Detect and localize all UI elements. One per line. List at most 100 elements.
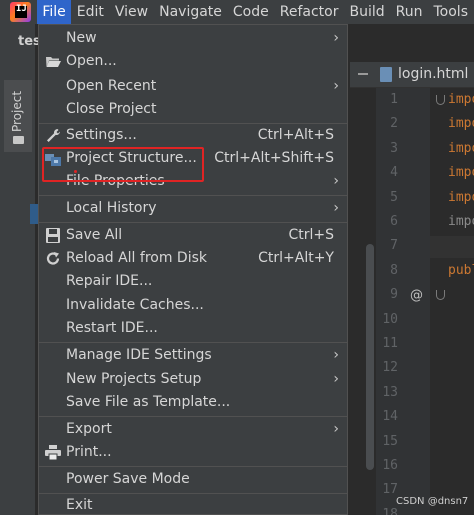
chevron-right-icon: › [333,30,339,46]
menu-item-exit[interactable]: Exit [39,494,347,515]
menu-separator [39,466,347,467]
chevron-right-icon: › [333,421,339,437]
project-tool-label: Project [10,90,24,132]
menu-item-new-projects-setup[interactable]: New Projects Setup › [39,368,347,391]
code-line[interactable]: impo [448,141,474,161]
menu-item-settings[interactable]: Settings... Ctrl+Alt+S [39,124,347,147]
project-tool-tab[interactable]: Project [4,80,32,152]
wrench-icon [47,129,60,142]
menu-tools[interactable]: Tools [429,0,474,24]
line-number: 5 [390,190,398,205]
menu-item-label: File Properties [66,173,165,189]
line-number: 11 [382,336,398,351]
folder-open-icon [46,57,61,67]
menu-item-shortcut: Ctrl+Alt+S [257,127,334,143]
menu-separator [39,416,347,417]
save-icon [46,228,60,243]
chevron-right-icon: › [333,371,339,387]
menu-item-open-recent[interactable]: Open Recent › [39,75,347,98]
menu-item-invalidate-caches[interactable]: Invalidate Caches... [39,294,347,317]
menu-build[interactable]: Build [344,0,389,24]
menu-item-label: Open... [66,53,117,69]
chevron-right-icon: › [333,200,339,216]
menu-separator [39,222,347,223]
code-line[interactable]: impo [448,116,474,136]
code-line[interactable]: impo [448,190,474,210]
menu-code[interactable]: Code [228,0,274,24]
chevron-right-icon: › [333,78,339,94]
menu-item-close-project[interactable]: Close Project [39,98,347,121]
override-annotation-icon[interactable]: @ [410,288,423,303]
menu-item-print[interactable]: Print... [39,441,347,464]
code-line[interactable]: publ [448,263,474,283]
menu-item-label: Invalidate Caches... [66,297,204,313]
line-number: 4 [390,165,398,180]
menu-item-manage-ide-settings[interactable]: Manage IDE Settings › [39,344,347,367]
menu-item-label: Save File as Template... [66,394,231,410]
menu-item-label: Restart IDE... [66,320,158,336]
line-number: 12 [382,360,398,375]
line-number: 2 [390,116,398,131]
menu-edit[interactable]: Edit [72,0,109,24]
line-number: 14 [382,409,398,424]
menu-item-label: Reload All from Disk [66,250,207,266]
menu-item-reload-all[interactable]: Reload All from Disk Ctrl+Alt+Y [39,247,347,270]
menu-item-label: Export [66,421,112,437]
printer-icon [45,445,61,460]
menu-item-label: Power Save Mode [66,471,190,487]
line-number: 10 [382,312,398,327]
menu-item-label: Settings... [66,127,137,143]
menu-item-shortcut: Ctrl+S [288,227,334,243]
line-number: 15 [382,434,398,449]
menu-item-label: Exit [66,497,93,513]
menu-item-label: Repair IDE... [66,273,153,289]
collapse-icon[interactable] [358,73,368,75]
menu-item-label: Project Structure... [66,150,197,166]
code-line[interactable]: impo [448,214,474,234]
line-number: 9 [390,287,398,302]
menu-view[interactable]: View [110,0,153,24]
editor-scrollbar[interactable] [366,244,374,470]
menu-run[interactable]: Run [391,0,428,24]
code-line[interactable]: impo [448,165,474,185]
menu-item-label: Save All [66,227,123,243]
menu-item-export[interactable]: Export › [39,418,347,441]
menu-separator [39,195,347,196]
menu-navigate[interactable]: Navigate [154,0,227,24]
menu-item-restart-ide[interactable]: Restart IDE... [39,317,347,340]
menubar: IJ File Edit View Navigate Code Refactor… [0,0,474,24]
project-structure-icon [45,154,61,166]
menu-item-label: Close Project [66,101,157,117]
fold-marker-icon[interactable] [436,290,445,300]
menu-item-repair-ide[interactable]: Repair IDE... [39,270,347,293]
watermark: CSDN @dnsn7 [396,496,469,507]
chevron-right-icon: › [333,347,339,363]
folder-icon [13,136,24,144]
red-cursor-dot [74,170,77,173]
menu-item-label: Print... [66,444,112,460]
line-number: 17 [382,482,398,497]
menu-item-local-history[interactable]: Local History › [39,197,347,220]
menu-item-open[interactable]: Open... [39,50,347,73]
menu-item-label: Manage IDE Settings [66,347,212,363]
line-number: 8 [390,263,398,278]
tab-login-html[interactable]: login.html [398,66,468,82]
line-number: 18 [382,507,398,515]
line-number: 6 [390,214,398,229]
line-number: 16 [382,458,398,473]
file-menu-dropdown: New › Open... Open Recent › Close Projec… [38,24,348,515]
code-line[interactable]: impo [448,92,474,112]
fold-marker-icon[interactable] [436,95,445,105]
menu-item-project-structure[interactable]: Project Structure... Ctrl+Alt+Shift+S [39,147,347,170]
line-number: 3 [390,141,398,156]
menu-item-new[interactable]: New › [39,27,347,50]
menu-item-label: New Projects Setup [66,371,202,387]
line-number: 1 [390,92,398,107]
menu-item-save-all[interactable]: Save All Ctrl+S [39,224,347,247]
menu-refactor[interactable]: Refactor [275,0,344,24]
intellij-logo-icon[interactable]: IJ [10,2,32,22]
menu-item-power-save-mode[interactable]: Power Save Mode [39,468,347,491]
menu-file[interactable]: File [37,0,71,24]
menu-item-file-properties[interactable]: File Properties › [39,170,347,193]
menu-item-save-file-as-template[interactable]: Save File as Template... [39,391,347,414]
